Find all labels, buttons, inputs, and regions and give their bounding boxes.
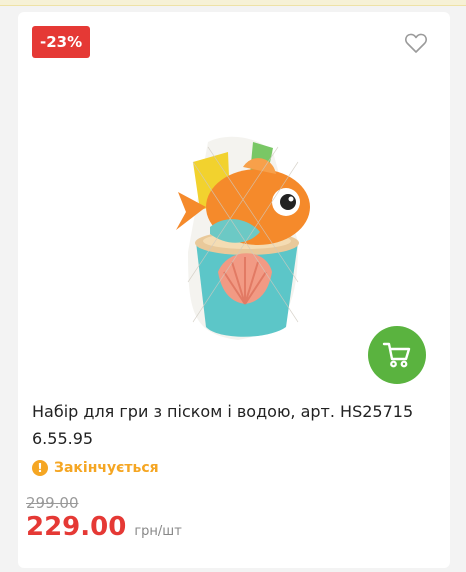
product-title[interactable]: Набір для гри з піском і водою, арт. HS2… [32, 398, 438, 452]
price-row: 229.00 грн/шт [26, 512, 182, 542]
top-strip [0, 0, 466, 6]
add-to-cart-button[interactable] [368, 326, 426, 384]
old-price: 299.00 [26, 494, 79, 512]
discount-badge: -23% [32, 26, 91, 58]
shopping-cart-icon [382, 342, 411, 368]
product-image[interactable] [148, 122, 328, 352]
product-card[interactable]: -23% Набір для гри з піском і водою, арт… [18, 12, 450, 568]
stock-status: ! Закінчується [32, 457, 159, 479]
warning-icon: ! [32, 460, 48, 476]
current-price: 229.00 [26, 512, 127, 542]
heart-outline-icon[interactable] [404, 32, 428, 54]
price-unit: грн/шт [134, 524, 182, 539]
stock-status-label: Закінчується [54, 460, 159, 476]
